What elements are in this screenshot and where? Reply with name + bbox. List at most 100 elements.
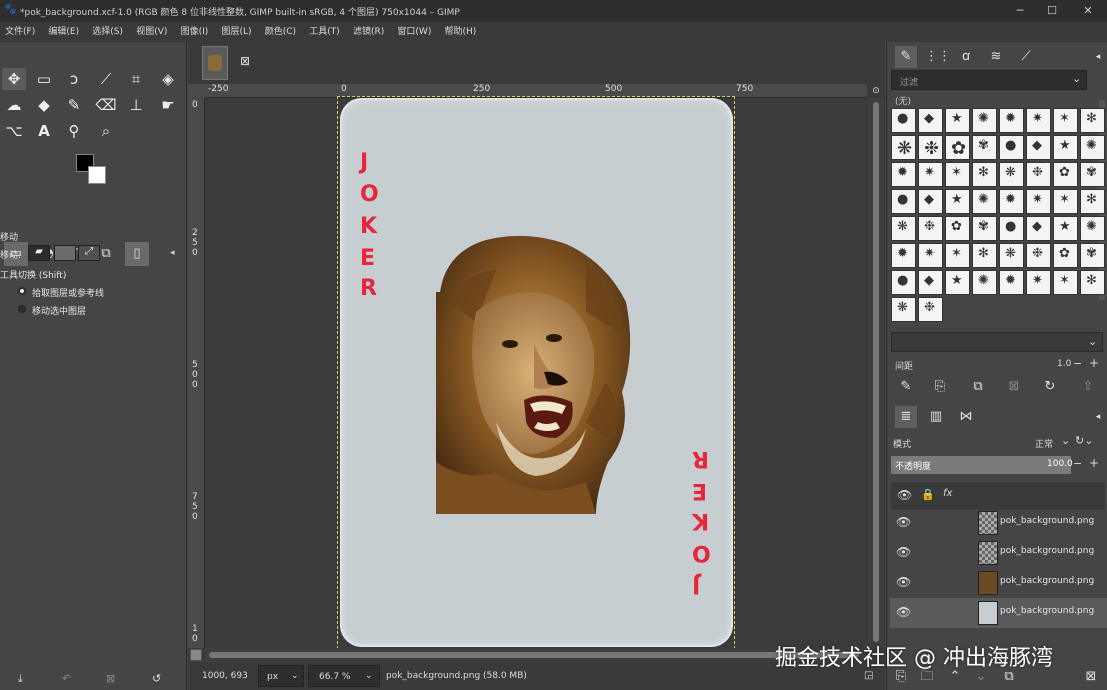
- brush-swatch[interactable]: ★: [945, 270, 970, 295]
- brush-swatch[interactable]: ◆: [1026, 216, 1051, 241]
- menu-edit[interactable]: 编辑(E): [43, 22, 84, 42]
- color-picker-icon[interactable]: ⚲: [62, 120, 86, 142]
- brush-swatch[interactable]: ✶: [945, 243, 970, 268]
- quick-mask-icon[interactable]: [190, 649, 202, 661]
- reset-options-icon[interactable]: ↺: [152, 672, 161, 685]
- menu-help[interactable]: 帮助(H): [440, 22, 482, 42]
- refresh-brushes-icon[interactable]: ↻: [1039, 376, 1061, 398]
- menu-colors[interactable]: 颜色(C): [260, 22, 301, 42]
- brush-swatch[interactable]: ✿: [1053, 243, 1078, 268]
- decrease-icon[interactable]: −: [1073, 357, 1082, 370]
- brush-swatch[interactable]: ●: [891, 270, 916, 295]
- vertical-ruler[interactable]: 0 2 5 0 5 0 0 7 5 0 1 0: [188, 98, 205, 648]
- menu-tools[interactable]: 工具(T): [304, 22, 345, 42]
- document-history-tab-icon[interactable]: ≋: [985, 46, 1007, 68]
- zoom-tool-icon[interactable]: ⌕: [94, 120, 118, 142]
- brush-swatch[interactable]: ✷: [1026, 270, 1051, 295]
- opacity-slider[interactable]: 不透明度 100.0: [891, 456, 1073, 474]
- move-selection-mode-icon[interactable]: [54, 245, 76, 261]
- brush-swatch[interactable]: ✻: [1080, 108, 1105, 133]
- brush-swatch[interactable]: ✹: [999, 189, 1024, 214]
- brush-swatch[interactable]: ★: [1053, 135, 1078, 160]
- warp-tool-icon[interactable]: ☁: [2, 94, 26, 116]
- brush-swatch[interactable]: ❋: [891, 216, 916, 241]
- brush-swatch[interactable]: ✺: [972, 108, 997, 133]
- layers-tab-icon[interactable]: ≣: [895, 406, 917, 428]
- horizontal-scroll-thumb[interactable]: [209, 652, 859, 658]
- brush-swatch[interactable]: ❉: [1026, 162, 1051, 187]
- move-active-layer-radio[interactable]: [18, 305, 26, 313]
- delete-options-icon[interactable]: ⊠: [106, 672, 115, 685]
- horizontal-scrollbar[interactable]: [205, 648, 867, 662]
- brush-swatch[interactable]: ❉: [918, 135, 943, 160]
- eye-icon[interactable]: 👁: [896, 545, 911, 559]
- brush-swatch[interactable]: ✶: [1053, 189, 1078, 214]
- brush-swatch[interactable]: ✾: [972, 135, 997, 160]
- brush-swatch[interactable]: ✷: [918, 162, 943, 187]
- effects-header-icon[interactable]: fx: [943, 488, 952, 499]
- text-tool-icon[interactable]: A: [32, 120, 56, 142]
- brush-swatch[interactable]: ✶: [1053, 108, 1078, 133]
- smudge-tool-icon[interactable]: ☛: [156, 94, 180, 116]
- layer-row[interactable]: 👁 pok_background.png: [890, 538, 1107, 568]
- joker-card[interactable]: J O K E R R E K O J: [340, 98, 733, 647]
- layer-row[interactable]: 👁 pok_background.png: [890, 598, 1107, 628]
- image-tab-thumbnail[interactable]: [202, 46, 228, 80]
- configure-tab-icon[interactable]: ◂: [1087, 46, 1107, 68]
- layer-row[interactable]: 👁 pok_background.png: [890, 568, 1107, 598]
- move-path-mode-icon[interactable]: ⤢: [78, 245, 100, 261]
- brush-swatch[interactable]: ✻: [972, 243, 997, 268]
- brush-swatch[interactable]: ✿: [945, 216, 970, 241]
- brush-swatch[interactable]: ✺: [1080, 135, 1105, 160]
- brush-preset-select[interactable]: ⌄: [891, 332, 1103, 352]
- brush-swatch[interactable]: ★: [945, 189, 970, 214]
- menu-view[interactable]: 视图(V): [131, 22, 172, 42]
- visibility-header-icon[interactable]: 👁: [897, 488, 912, 502]
- paths-tab-icon[interactable]: ⋈: [955, 406, 977, 428]
- new-brush-icon[interactable]: ⎘: [929, 376, 951, 398]
- menu-windows[interactable]: 窗口(W): [392, 22, 436, 42]
- brush-swatch[interactable]: ❋: [891, 135, 916, 160]
- brush-swatch[interactable]: ✻: [1080, 270, 1105, 295]
- restore-options-icon[interactable]: ↶: [62, 672, 71, 685]
- increase-icon[interactable]: +: [1089, 456, 1099, 470]
- move-tool-icon[interactable]: ✥: [2, 68, 26, 90]
- lock-header-icon[interactable]: 🔒: [921, 488, 935, 501]
- brush-swatch[interactable]: ✾: [972, 216, 997, 241]
- brush-swatch[interactable]: ✾: [1080, 243, 1105, 268]
- brush-swatch[interactable]: ★: [945, 108, 970, 133]
- brush-swatch[interactable]: ✷: [1026, 189, 1051, 214]
- brush-swatch[interactable]: ✹: [891, 243, 916, 268]
- brush-swatch[interactable]: ●: [891, 108, 916, 133]
- vertical-scrollbar[interactable]: [868, 98, 884, 648]
- brush-swatch[interactable]: ✹: [999, 270, 1024, 295]
- close-image-tab-icon[interactable]: ⊠: [240, 54, 250, 68]
- edit-brush-icon[interactable]: ✎: [895, 376, 917, 398]
- brush-swatch[interactable]: ✺: [972, 189, 997, 214]
- brush-swatch[interactable]: ◆: [918, 189, 943, 214]
- configure-tab-icon[interactable]: ◂: [1087, 406, 1107, 428]
- brush-swatch[interactable]: ✹: [999, 108, 1024, 133]
- paintbrush-icon[interactable]: ✎: [62, 94, 86, 116]
- composite-mode-icon[interactable]: ↻⌄: [1075, 434, 1093, 447]
- bucket-fill-icon[interactable]: ◆: [32, 94, 56, 116]
- brush-swatch[interactable]: ✷: [918, 243, 943, 268]
- brush-swatch[interactable]: ●: [999, 135, 1024, 160]
- brush-swatch[interactable]: ✶: [945, 162, 970, 187]
- save-options-icon[interactable]: ⤓: [18, 672, 23, 686]
- ruler-corner-icon[interactable]: [188, 84, 205, 98]
- paths-tool-icon[interactable]: ⌥: [2, 120, 26, 142]
- brush-swatch[interactable]: ◆: [918, 108, 943, 133]
- open-as-image-icon[interactable]: ⇪: [1077, 376, 1099, 398]
- vertical-scroll-thumb[interactable]: [873, 102, 879, 642]
- menu-file[interactable]: 文件(F): [0, 22, 40, 42]
- brushes-tab-icon[interactable]: ✎: [895, 46, 917, 68]
- maximize-button[interactable]: ☐: [1042, 2, 1062, 20]
- brush-swatch[interactable]: ❉: [1026, 243, 1051, 268]
- configure-tab-icon[interactable]: ◂: [170, 248, 175, 258]
- duplicate-brush-icon[interactable]: ⧉: [967, 376, 989, 398]
- layer-row[interactable]: 👁 pok_background.png: [890, 508, 1107, 538]
- brush-swatch[interactable]: ❋: [891, 297, 916, 322]
- menu-image[interactable]: 图像(I): [176, 22, 214, 42]
- brush-swatch[interactable]: ✶: [1053, 270, 1078, 295]
